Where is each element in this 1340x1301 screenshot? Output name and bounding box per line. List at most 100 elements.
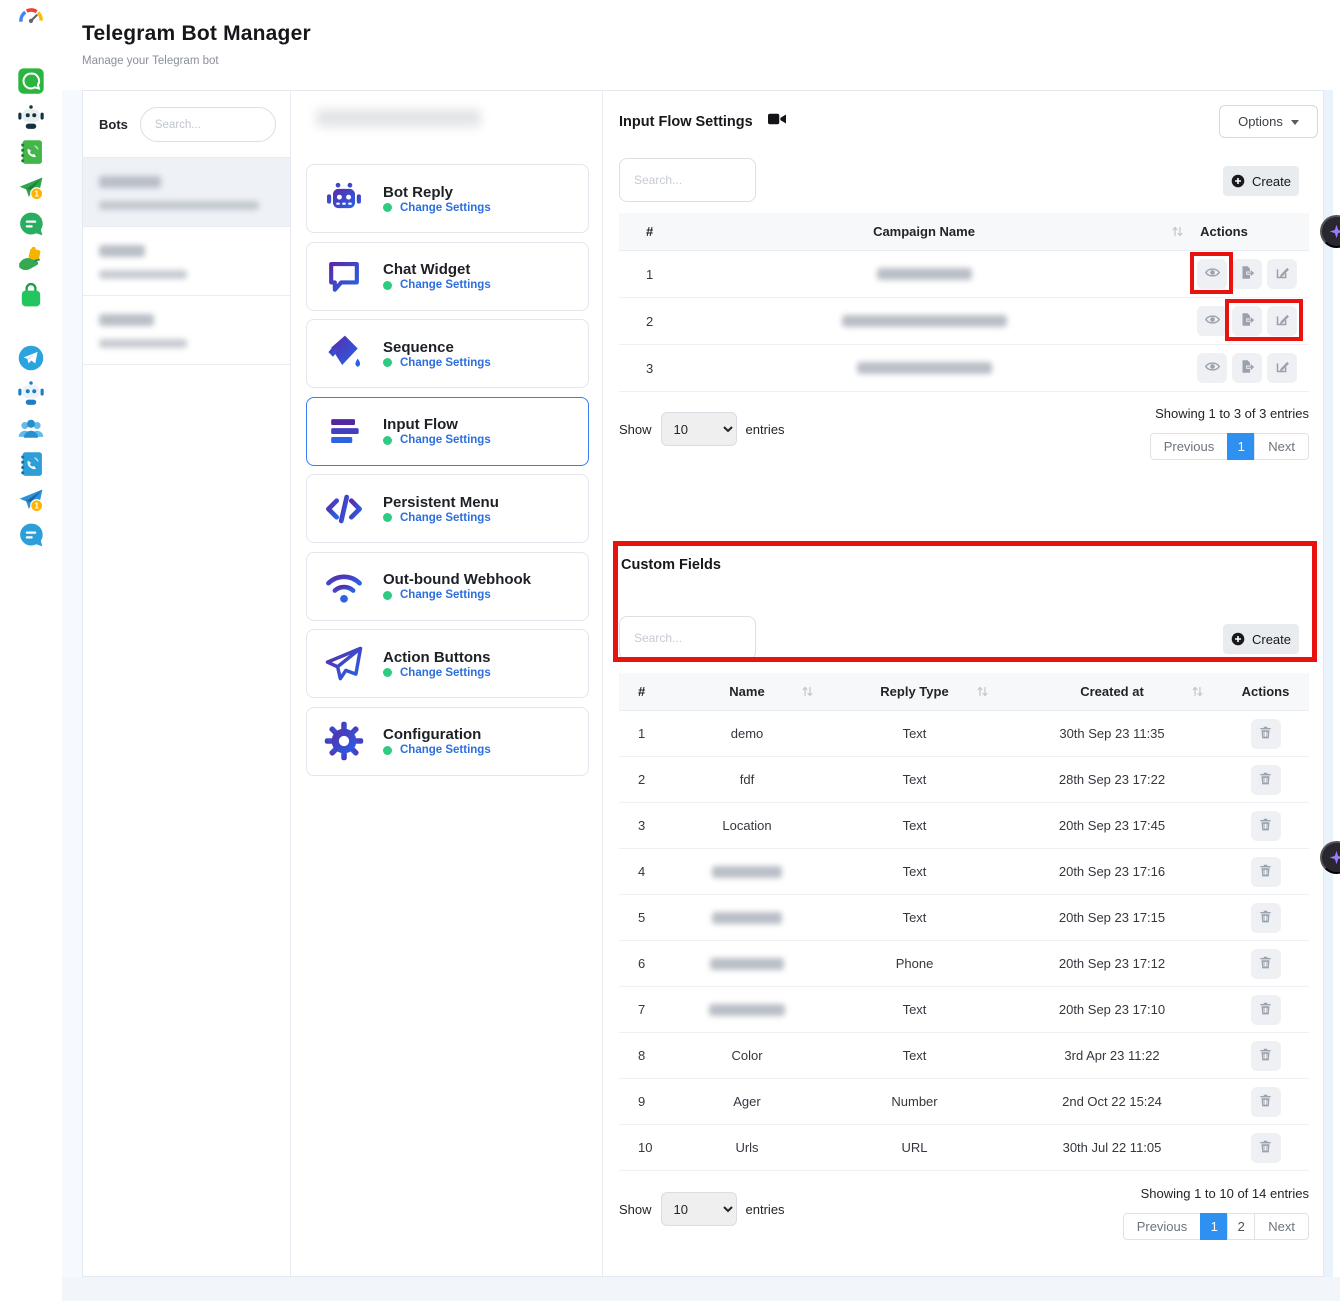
integrations-green-icon[interactable] [17, 245, 45, 273]
delete-button[interactable] [1251, 949, 1281, 979]
settings-card-persistent-menu[interactable]: Persistent Menu Change Settings [306, 474, 589, 543]
change-settings-link[interactable]: Change Settings [400, 667, 491, 679]
app-icon-rail: 11 [0, 0, 62, 1301]
view-button[interactable] [1197, 259, 1227, 289]
delete-button[interactable] [1251, 857, 1281, 887]
bot-list-item[interactable] [83, 227, 290, 296]
telegram-icon[interactable] [17, 344, 45, 372]
store-green-icon[interactable] [17, 281, 45, 309]
page-number-button[interactable]: 1 [1227, 433, 1255, 460]
export-button[interactable] [1232, 306, 1262, 336]
speed-dashboard-icon[interactable] [17, 6, 45, 34]
custom-fields-title: Custom Fields [621, 557, 721, 573]
settings-card-input-flow[interactable]: Input Flow Change Settings [306, 397, 589, 466]
custom-fields-create-button[interactable]: Create [1223, 624, 1299, 654]
previous-page-button[interactable]: Previous [1150, 433, 1229, 460]
page-size-select[interactable]: 10 [661, 1192, 737, 1226]
chat-blue-icon[interactable] [17, 521, 45, 549]
change-settings-link[interactable]: Change Settings [400, 589, 491, 601]
campaign-table-header: # Campaign Name Actions [619, 213, 1309, 251]
export-button[interactable] [1232, 259, 1262, 289]
view-button[interactable] [1197, 306, 1227, 336]
webhook-icon [321, 563, 367, 609]
next-page-button[interactable]: Next [1254, 433, 1309, 460]
edit-button[interactable] [1267, 353, 1297, 383]
settings-card-bot-reply[interactable]: Bot Reply Change Settings [306, 164, 589, 233]
field-name: demo [667, 726, 827, 741]
row-number: 3 [619, 818, 667, 833]
settings-card-chat-widget[interactable]: Chat Widget Change Settings [306, 242, 589, 311]
contact-book-blue-icon[interactable] [17, 450, 45, 478]
video-camera-icon [768, 112, 786, 131]
edit-button[interactable] [1267, 259, 1297, 289]
column-header-actions: Actions [1222, 684, 1309, 699]
bots-search-input[interactable] [140, 107, 276, 142]
custom-fields-table-footer: Show 10 entries Showing 1 to 10 of 14 en… [619, 1184, 1309, 1240]
delete-button[interactable] [1251, 903, 1281, 933]
send-campaign-green-icon[interactable]: 1 [17, 174, 45, 202]
change-settings-link[interactable]: Change Settings [400, 744, 491, 756]
settings-card-webhook[interactable]: Out-bound Webhook Change Settings [306, 552, 589, 621]
status-dot-icon [383, 513, 392, 522]
delete-button[interactable] [1251, 765, 1281, 795]
edit-button[interactable] [1267, 306, 1297, 336]
input-flow-create-button[interactable]: Create [1223, 166, 1299, 196]
sort-icon[interactable] [976, 685, 989, 701]
options-button[interactable]: Options [1219, 105, 1318, 138]
field-name-blurred [712, 912, 782, 924]
page-header: Telegram Bot Manager Manage your Telegra… [82, 22, 311, 67]
bot-reply-icon [321, 176, 367, 222]
page-size-control: Show 10 entries [619, 412, 785, 446]
campaign-row: 3 [619, 345, 1309, 392]
view-button[interactable] [1197, 353, 1227, 383]
sort-icon[interactable] [801, 685, 814, 701]
whatsapp-icon[interactable] [17, 67, 45, 95]
change-settings-link[interactable]: Change Settings [400, 279, 491, 291]
delete-button[interactable] [1251, 1041, 1281, 1071]
export-button[interactable] [1232, 353, 1262, 383]
sort-icon[interactable] [1191, 685, 1204, 701]
custom-field-row: 5 Text 20th Sep 23 17:15 [619, 895, 1309, 941]
delete-button[interactable] [1251, 995, 1281, 1025]
sort-icon[interactable] [1171, 225, 1184, 241]
status-dot-icon [383, 746, 392, 755]
bot-list-item[interactable] [83, 158, 290, 227]
change-settings-link[interactable]: Change Settings [400, 512, 491, 524]
groups-blue-icon[interactable] [17, 415, 45, 443]
previous-page-button[interactable]: Previous [1123, 1213, 1202, 1240]
delete-button[interactable] [1251, 1133, 1281, 1163]
reply-type: URL [827, 1140, 1002, 1155]
custom-fields-search-input[interactable] [619, 616, 756, 660]
edit-icon [1275, 312, 1290, 330]
settings-card-action-buttons[interactable]: Action Buttons Change Settings [306, 629, 589, 698]
settings-card-configuration[interactable]: Configuration Change Settings [306, 707, 589, 776]
configuration-icon [321, 718, 367, 764]
card-title: Bot Reply [383, 184, 453, 201]
field-name: fdf [667, 772, 827, 787]
next-page-button[interactable]: Next [1254, 1213, 1309, 1240]
reply-type: Phone [827, 956, 1002, 971]
send-campaign-blue-icon[interactable]: 1 [17, 486, 45, 514]
bot-name-blurred [99, 245, 145, 257]
change-settings-link[interactable]: Change Settings [400, 434, 491, 446]
change-settings-link[interactable]: Change Settings [400, 357, 491, 369]
page-size-select[interactable]: 10 [661, 412, 737, 446]
svg-text:1: 1 [34, 501, 39, 511]
delete-button[interactable] [1251, 1087, 1281, 1117]
robot-blue-icon[interactable] [17, 379, 45, 407]
change-settings-link[interactable]: Change Settings [400, 202, 491, 214]
delete-button[interactable] [1251, 811, 1281, 841]
chat-green-icon[interactable] [17, 210, 45, 238]
page-number-button[interactable]: 2 [1227, 1213, 1255, 1240]
bot-username-blurred [99, 201, 259, 210]
contact-book-green-icon[interactable] [17, 138, 45, 166]
page-number-button[interactable]: 1 [1200, 1213, 1228, 1240]
robot-gray-icon[interactable] [17, 103, 45, 131]
input-flow-search-input[interactable] [619, 158, 756, 202]
export-icon [1240, 312, 1255, 330]
bot-list-item[interactable] [83, 296, 290, 365]
view-icon [1204, 358, 1221, 378]
chevron-down-icon [1291, 120, 1299, 125]
delete-button[interactable] [1251, 719, 1281, 749]
settings-card-sequence[interactable]: Sequence Change Settings [306, 319, 589, 388]
